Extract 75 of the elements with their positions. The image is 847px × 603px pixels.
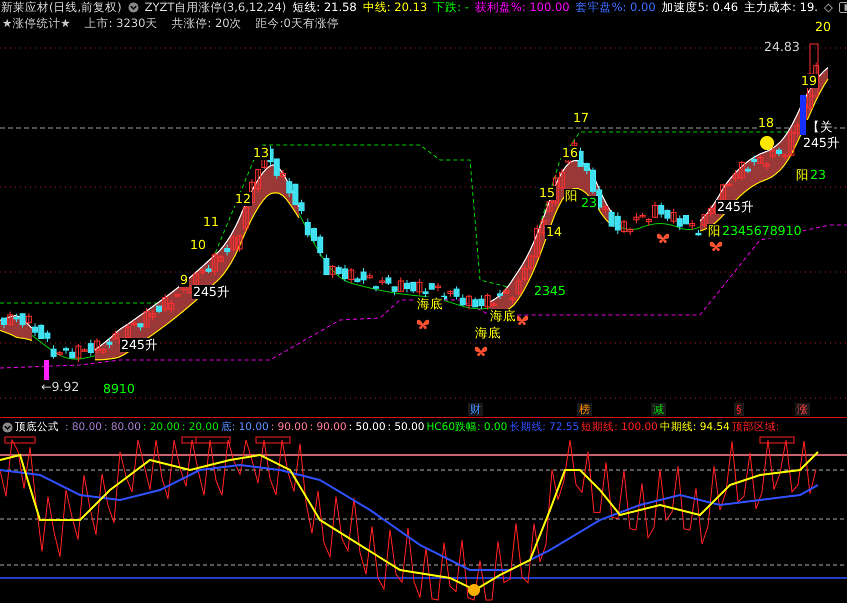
indicator-value: 加速度5: 0.46	[662, 0, 738, 14]
indicator-value: 短线: 21.58	[292, 0, 357, 14]
indicator-value: : 90.00	[310, 421, 347, 433]
indicator-value: : 80.00	[104, 421, 141, 433]
chart-annotation: 14	[545, 225, 563, 239]
butterfly-icon	[656, 232, 670, 244]
event-marker[interactable]: 榜	[577, 403, 592, 416]
dropdown-icon[interactable]	[2, 422, 13, 432]
indicator-value: 短期线: 100.00	[581, 420, 658, 434]
chart-annotation: 阳	[564, 189, 579, 203]
chart-annotation: 18	[757, 116, 775, 130]
chart-annotation: 11	[202, 215, 220, 229]
indicator-value: : 20.00	[182, 421, 219, 433]
indicator-value: : 50.00	[388, 421, 424, 433]
signal-bar	[800, 95, 806, 135]
chart-annotation: 245升	[192, 285, 231, 299]
butterfly-icon	[416, 318, 430, 330]
indicator-value: 套牢盘%: 0.00	[576, 0, 656, 14]
dot-marker	[760, 136, 774, 150]
butterfly-icon	[474, 345, 488, 357]
event-marker[interactable]: 涨	[795, 403, 810, 416]
dropdown-icon[interactable]	[128, 2, 139, 12]
chart-annotation: 海底	[489, 309, 517, 323]
limit-up-stat: 上市: 3230天	[84, 16, 158, 30]
indicator-value: HC60跌幅: 0.00	[426, 420, 508, 434]
event-marker[interactable]: 减	[651, 403, 666, 416]
indicator-value: 主力成本: 19.	[744, 0, 818, 14]
indicator-value: 中线: 20.13	[362, 0, 428, 14]
chart-annotation: 19	[800, 74, 818, 88]
indicator-value: 下跌: -	[433, 0, 469, 14]
indicator-value: : 90.00	[270, 421, 308, 433]
chart-annotation: 2345678910	[721, 224, 803, 238]
chart-annotation: 海底	[416, 297, 444, 311]
limit-up-stat: 共涨停: 20次	[171, 16, 242, 30]
chart-annotation: 23	[580, 196, 598, 210]
event-marker[interactable]: 财	[468, 403, 483, 416]
indicator-value: 长期线: 72.55	[509, 420, 580, 434]
chart-annotation: 23	[809, 168, 827, 182]
limit-up-stat: 距今:0天有涨停	[256, 16, 339, 30]
chart-annotation: 12	[234, 192, 252, 206]
chart-annotation: 13	[252, 146, 270, 160]
indicator-value: : 50.00	[348, 421, 386, 433]
limit-up-stat: ★涨停统计★	[2, 16, 71, 30]
stock-title: 新莱应材(日线,前复权)	[1, 0, 122, 14]
indicator-name: 顶底公式	[15, 420, 59, 434]
butterfly-icon	[515, 314, 529, 326]
chart-annotation: ←9.92	[40, 380, 80, 394]
indicator-value: 中期线: 94.54	[660, 420, 730, 434]
indicator-value: 顶部区域:	[732, 420, 780, 434]
chart-annotation: 245升	[802, 136, 841, 150]
indicator-value: 底: 10.00	[220, 420, 269, 434]
chart-annotation: 9	[179, 273, 189, 287]
chart-annotation: 【关	[806, 120, 834, 134]
butterfly-icon	[709, 240, 723, 252]
chart-annotation: 245升	[120, 338, 159, 352]
chart-annotation: 24.83	[763, 40, 801, 54]
chart-annotation: 2345	[533, 284, 567, 298]
signal-bar	[44, 360, 49, 382]
chart-annotation: 8910	[102, 382, 136, 396]
chart-annotation: 阳	[795, 168, 810, 182]
chart-annotation: 245升	[716, 200, 755, 214]
chart-annotation: 20	[814, 20, 832, 34]
chart-annotation: 10	[189, 238, 207, 252]
chart-annotation: 17	[572, 111, 590, 125]
chart-annotation: 阳	[707, 224, 722, 238]
chart-annotation: 海底	[474, 326, 502, 340]
indicator-value: 获利盘%: 100.00	[474, 0, 570, 14]
event-marker[interactable]: §	[734, 403, 744, 416]
diamond-toggle[interactable]: ◇	[824, 0, 833, 14]
panel-icon[interactable]	[838, 2, 847, 12]
formula-name: ZYZT自用涨停(3,6,12,24)	[144, 0, 286, 14]
indicator-value: : 80.00	[65, 421, 102, 433]
chart-annotation: 15	[538, 186, 556, 200]
indicator-value: : 20.00	[142, 421, 180, 433]
chart-annotation: 16	[561, 146, 579, 160]
